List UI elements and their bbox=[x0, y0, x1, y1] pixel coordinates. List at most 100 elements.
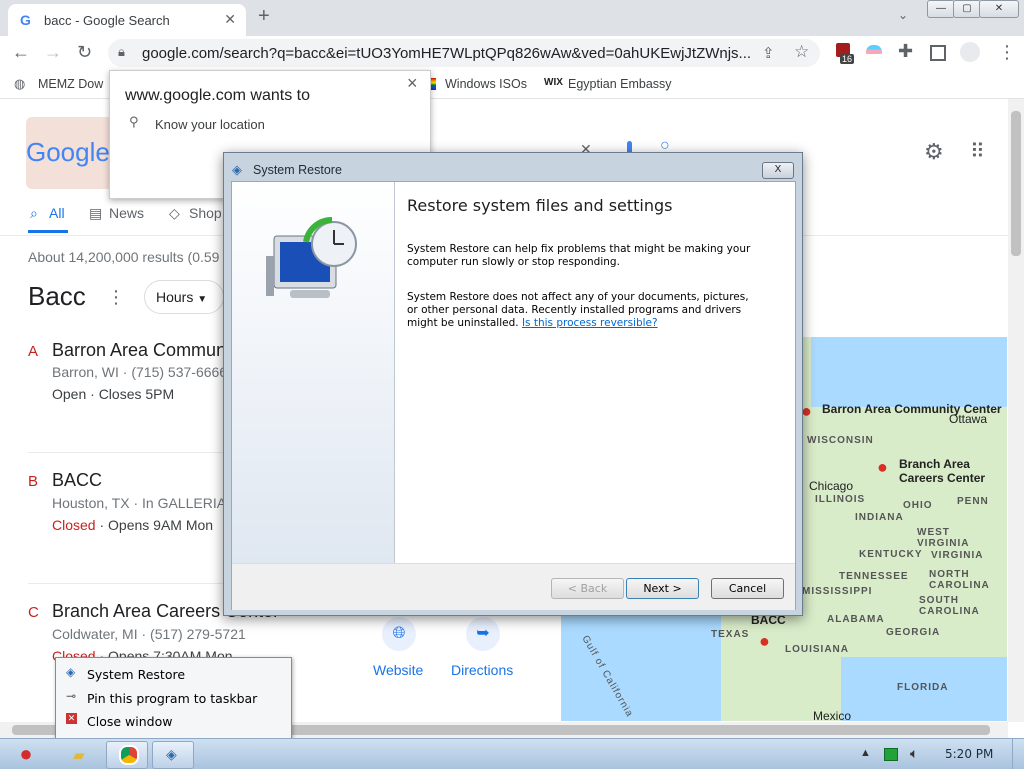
dialog-content: Restore system files and settings System… bbox=[395, 182, 795, 563]
gulf-water bbox=[561, 607, 721, 721]
lake-water bbox=[811, 337, 1007, 407]
directions-icon[interactable]: ➥ bbox=[466, 617, 500, 651]
system-restore-taskbar-icon[interactable]: ◈ bbox=[152, 741, 194, 769]
result-marker: A bbox=[28, 343, 39, 360]
tray-expand-icon[interactable]: ▲ bbox=[860, 747, 871, 759]
result-title[interactable]: BACC bbox=[52, 470, 102, 491]
new-tab-button[interactable]: + bbox=[258, 5, 270, 28]
reversible-link[interactable]: Is this process reversible? bbox=[522, 317, 658, 329]
vertical-scroll-thumb[interactable] bbox=[1011, 111, 1021, 256]
state-label: LOUISIANA bbox=[785, 644, 849, 655]
state-label: NORTH CAROLINA bbox=[929, 569, 990, 591]
pin-icon: ⊸ bbox=[66, 689, 77, 703]
map-pin-icon[interactable]: ● bbox=[759, 631, 770, 652]
chrome-menu-icon[interactable]: ⋮ bbox=[998, 42, 1016, 63]
share-icon[interactable]: ⇪ bbox=[762, 44, 775, 62]
bookmark-star-icon[interactable]: ☆ bbox=[794, 42, 809, 62]
apps-grid-icon[interactable]: ⠿ bbox=[970, 139, 985, 164]
close-window-button[interactable]: ✕ bbox=[979, 0, 1019, 18]
jump-item-close-window[interactable]: Close window bbox=[87, 714, 172, 729]
next-button[interactable]: Next > bbox=[626, 578, 699, 599]
show-desktop-button[interactable] bbox=[1012, 739, 1024, 769]
dialog-close-button[interactable]: X bbox=[762, 162, 794, 179]
dialog-sidebar bbox=[232, 182, 395, 563]
opens-time: · Opens 9AM Mon bbox=[95, 517, 214, 533]
back-arrow-icon[interactable]: ← bbox=[12, 42, 30, 63]
state-label: PENN bbox=[957, 496, 989, 507]
map-pin-icon[interactable]: ● bbox=[877, 457, 888, 478]
chrome-taskbar-icon[interactable] bbox=[106, 741, 148, 769]
flag-extension-icon[interactable] bbox=[866, 45, 882, 59]
prompt-title: www.google.com wants to bbox=[125, 87, 310, 104]
result-hours: Closed · Opens 9AM Mon bbox=[52, 517, 213, 533]
minimize-button[interactable]: — bbox=[927, 0, 955, 18]
puzzle-extensions-icon[interactable]: ✚ bbox=[898, 41, 913, 62]
map-pin-label: Branch Area Careers Center bbox=[899, 457, 986, 485]
url-text: google.com/search?q=bacc&ei=tUO3YomHE7WL… bbox=[142, 45, 752, 62]
browser-toolbar: ← → ↻ 🔒︎ google.com/search?q=bacc&ei=tUO… bbox=[0, 36, 1024, 70]
tab-all[interactable]: All bbox=[49, 205, 65, 221]
taskbar-clock[interactable]: 5:20 PM bbox=[945, 747, 993, 761]
bookmark-egyptian-embassy[interactable]: Egyptian Embassy bbox=[568, 77, 672, 91]
settings-gear-icon[interactable]: ⚙ bbox=[924, 139, 944, 165]
maximize-button[interactable]: ▢ bbox=[953, 0, 981, 18]
vertical-scrollbar[interactable] bbox=[1008, 99, 1024, 722]
system-restore-icon: ◈ bbox=[66, 665, 76, 679]
folder-taskbar-icon[interactable]: ▰ bbox=[60, 741, 102, 769]
state-label: TENNESSEE bbox=[839, 571, 909, 582]
result-address: Barron, WI · (715) 537-6666 bbox=[52, 364, 228, 380]
tab-search-icon[interactable]: ⌄ bbox=[898, 8, 908, 22]
extension-badge: 16 bbox=[840, 54, 855, 64]
bookmark-memz[interactable]: MEMZ Dow bbox=[38, 77, 103, 91]
jump-item-pin[interactable]: Pin this program to taskbar bbox=[87, 691, 257, 706]
dialog-paragraph-2: System Restore does not affect any of yo… bbox=[407, 291, 757, 330]
close-tab-icon[interactable]: ✕ bbox=[224, 11, 236, 28]
website-link[interactable]: Website bbox=[373, 662, 423, 678]
google-logo[interactable]: Google bbox=[26, 137, 110, 168]
taskbar-jump-list: ◈ System Restore ⊸ Pin this program to t… bbox=[55, 657, 292, 739]
profile-avatar-icon[interactable] bbox=[960, 42, 980, 62]
state-label: WEST VIRGINIA bbox=[917, 527, 970, 549]
directions-link[interactable]: Directions bbox=[451, 662, 513, 678]
state-label: GEORGIA bbox=[886, 627, 941, 638]
search-icon: ⌕ bbox=[30, 205, 38, 221]
network-tray-icon[interactable] bbox=[884, 748, 898, 761]
closed-status: Closed bbox=[52, 517, 96, 533]
volume-tray-icon[interactable]: 🔈︎ bbox=[910, 745, 918, 762]
result-marker: B bbox=[28, 473, 39, 490]
cancel-button[interactable]: Cancel bbox=[711, 578, 784, 599]
city-label: Chicago bbox=[809, 479, 854, 493]
lock-icon[interactable]: 🔒︎ bbox=[118, 44, 125, 60]
back-button[interactable]: < Back bbox=[551, 578, 624, 599]
prompt-close-button[interactable]: × bbox=[407, 73, 418, 94]
state-label: TEXAS bbox=[711, 629, 750, 640]
result-divider bbox=[28, 452, 228, 453]
more-options-icon[interactable]: ⋮ bbox=[107, 287, 125, 308]
dialog-footer: < Back Next > Cancel bbox=[232, 563, 795, 610]
close-window-icon: ✕ bbox=[66, 713, 77, 724]
result-address: Coldwater, MI · (517) 279-5721 bbox=[52, 626, 246, 642]
result-title[interactable]: Barron Area Commun bbox=[52, 340, 226, 361]
prompt-permission-item: Know your location bbox=[155, 117, 265, 132]
website-globe-icon[interactable]: 🌐︎ bbox=[382, 617, 416, 651]
jump-item-system-restore[interactable]: System Restore bbox=[87, 667, 185, 682]
state-label: INDIANA bbox=[855, 512, 904, 523]
windows-taskbar: ● ▰ ◈ ▲ 🔈︎ 5:20 PM bbox=[0, 738, 1024, 769]
tab-shopping[interactable]: Shop bbox=[189, 205, 222, 221]
start-button-angry-bird-icon[interactable]: ● bbox=[4, 739, 48, 769]
state-label: OHIO bbox=[903, 500, 933, 511]
reload-icon[interactable]: ↻ bbox=[77, 42, 92, 63]
tab-news[interactable]: News bbox=[109, 205, 144, 221]
side-panel-icon[interactable] bbox=[930, 45, 946, 61]
result-divider bbox=[28, 583, 228, 584]
google-favicon-icon: G bbox=[20, 12, 31, 28]
address-bar[interactable]: 🔒︎ google.com/search?q=bacc&ei=tUO3YomHE… bbox=[108, 39, 820, 67]
tab-strip: G bacc - Google Search ✕ + ⌄ — ▢ ✕ bbox=[0, 0, 1024, 36]
bookmark-windows-isos[interactable]: Windows ISOs bbox=[445, 77, 527, 91]
hours-filter[interactable]: Hours ▼ bbox=[144, 280, 224, 314]
browser-tab[interactable]: G bacc - Google Search ✕ bbox=[8, 4, 246, 36]
system-restore-dialog: ◈ System Restore X Restore system files … bbox=[223, 152, 803, 616]
forward-arrow-icon[interactable]: → bbox=[44, 42, 62, 63]
system-restore-title-icon: ◈ bbox=[232, 162, 242, 177]
state-label: SOUTH CAROLINA bbox=[919, 595, 980, 617]
